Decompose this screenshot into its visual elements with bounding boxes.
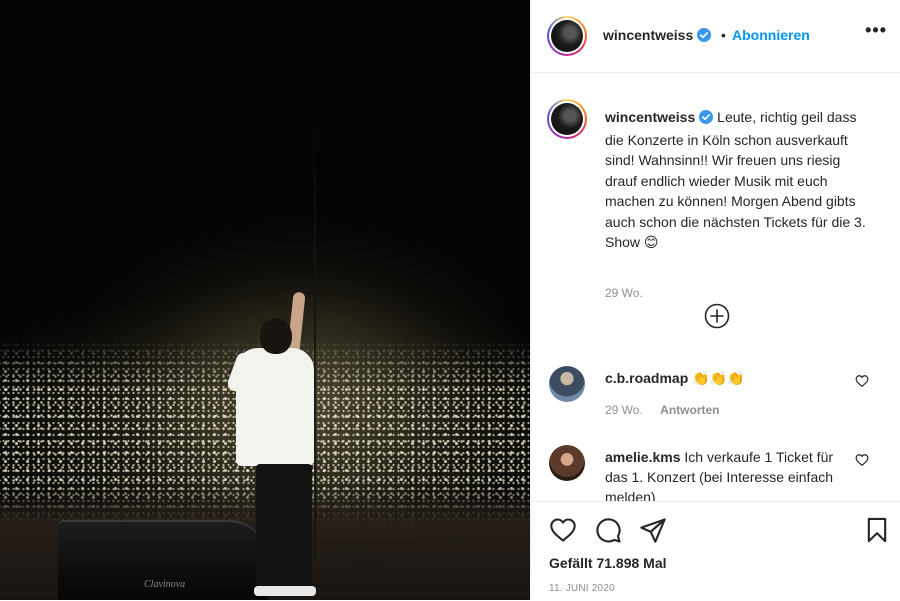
share-send-icon[interactable] bbox=[639, 516, 667, 544]
post-header: wincentweiss • Abonnieren ••• bbox=[531, 0, 900, 73]
commenter-username[interactable]: amelie.kms bbox=[605, 449, 681, 465]
comment-body: amelie.kms Ich verkaufe 1 Ticket für das… bbox=[605, 447, 845, 501]
header-separator: • bbox=[721, 27, 726, 43]
caption-timestamp[interactable]: 29 Wo. bbox=[605, 286, 643, 300]
comment-heart-icon[interactable] bbox=[855, 453, 869, 467]
piano-brand: Clavinova bbox=[144, 579, 186, 590]
performer bbox=[225, 290, 320, 600]
comment-bubble-icon[interactable] bbox=[594, 516, 622, 544]
comment-text: 👏👏👏 bbox=[692, 370, 745, 386]
comment-meta: 29 Wo. Antworten bbox=[605, 403, 719, 417]
caption-author-avatar[interactable] bbox=[547, 99, 587, 139]
commenter-avatar[interactable] bbox=[549, 445, 585, 481]
caption-author-avatar-image bbox=[551, 103, 583, 135]
performer-head bbox=[260, 318, 292, 354]
post-photo[interactable]: Clavinova bbox=[0, 0, 530, 600]
follow-button[interactable]: Abonnieren bbox=[732, 27, 810, 43]
commenter-avatar[interactable] bbox=[549, 366, 585, 402]
comments-section[interactable]: wincentweiss Leute, richtig geil dass di… bbox=[531, 73, 900, 501]
author-avatar-image bbox=[551, 20, 583, 52]
save-bookmark-icon[interactable] bbox=[863, 516, 891, 544]
like-heart-icon[interactable] bbox=[549, 516, 577, 544]
author-name-group: wincentweiss bbox=[603, 27, 712, 47]
commenter-username[interactable]: c.b.roadmap bbox=[605, 370, 688, 386]
comment-heart-icon[interactable] bbox=[855, 374, 869, 388]
comment-timestamp[interactable]: 29 Wo. bbox=[605, 403, 643, 417]
plus-circle-icon[interactable] bbox=[704, 303, 730, 329]
performer-shoes bbox=[254, 586, 316, 596]
post-actions-bar: Gefällt 71.898 Mal 11. JUNI 2020 bbox=[531, 501, 900, 601]
performer-shirt bbox=[236, 348, 314, 466]
verified-badge-icon bbox=[699, 109, 714, 130]
like-count[interactable]: Gefällt 71.898 Mal bbox=[549, 555, 667, 571]
reply-button[interactable]: Antworten bbox=[660, 403, 719, 417]
more-options-icon[interactable]: ••• bbox=[865, 20, 887, 41]
performer-pants bbox=[256, 464, 312, 588]
post-date[interactable]: 11. JUNI 2020 bbox=[549, 583, 615, 594]
caption-text-block: wincentweiss Leute, richtig geil dass di… bbox=[605, 107, 873, 253]
verified-badge-icon bbox=[697, 28, 712, 47]
caption-body: Leute, richtig geil dass die Konzerte in… bbox=[605, 109, 866, 250]
comment-body: c.b.roadmap 👏👏👏 bbox=[605, 368, 845, 388]
author-username[interactable]: wincentweiss bbox=[603, 27, 693, 43]
author-avatar[interactable] bbox=[547, 16, 587, 56]
caption-username[interactable]: wincentweiss bbox=[605, 109, 695, 125]
post-side-panel: wincentweiss • Abonnieren ••• wincentwei… bbox=[530, 0, 900, 600]
